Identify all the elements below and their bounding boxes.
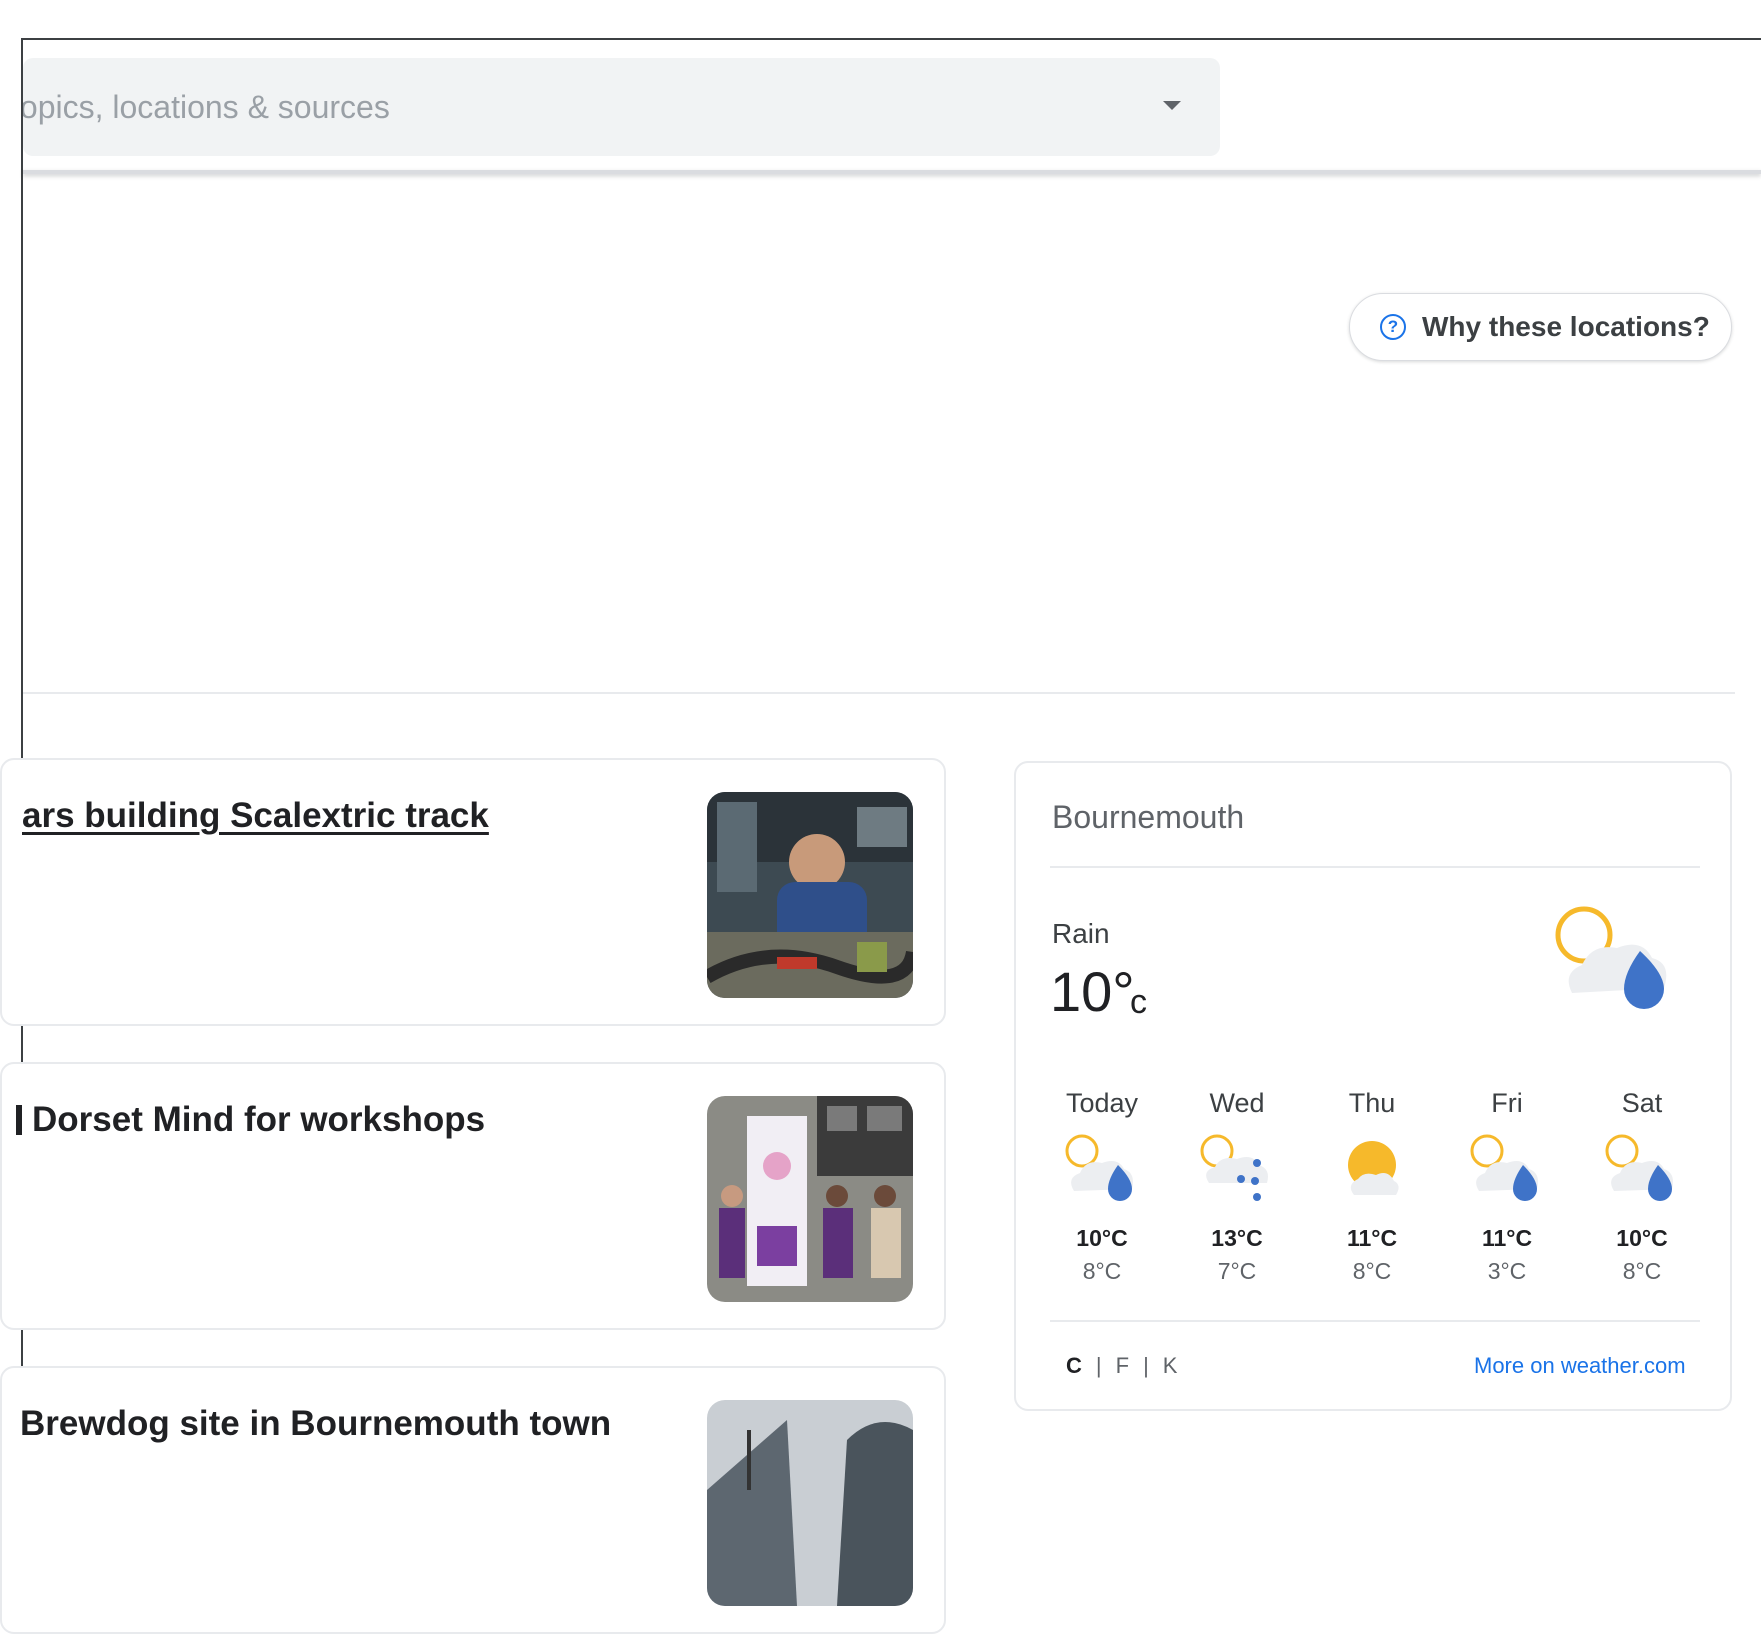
weather-temperature-unit: c bbox=[1130, 983, 1147, 1021]
forecast-low: 8°C bbox=[1622, 1258, 1662, 1284]
forecast-low: 3°C bbox=[1487, 1258, 1527, 1284]
weather-divider bbox=[1050, 866, 1700, 868]
forecast-day: Thu 11°C 8°C bbox=[1312, 1088, 1432, 1285]
weather-temperature: 10° bbox=[1050, 960, 1135, 1023]
window-frame-top bbox=[21, 38, 1761, 40]
article-title[interactable]: ars building Scalextric track bbox=[22, 796, 489, 836]
why-these-locations-button[interactable]: ? Why these locations? bbox=[1349, 293, 1732, 361]
weather-condition: Rain bbox=[1052, 918, 1110, 949]
sun-cloud-showers-icon bbox=[1200, 1134, 1268, 1201]
truncated-text-mark bbox=[16, 1105, 22, 1135]
forecast-day-name: Wed bbox=[1209, 1088, 1265, 1118]
search-bar[interactable] bbox=[23, 58, 1220, 156]
weather-divider bbox=[1050, 1320, 1700, 1322]
article-card[interactable]: Dorset Mind for workshops bbox=[0, 1062, 946, 1330]
article-title[interactable]: Brewdog site in Bournemouth town bbox=[20, 1404, 611, 1444]
unit-separator: | bbox=[1143, 1353, 1149, 1378]
forecast-low: 8°C bbox=[1082, 1258, 1122, 1284]
forecast-day: Fri 11°C 3°C bbox=[1447, 1088, 1567, 1285]
unit-separator: | bbox=[1095, 1353, 1102, 1378]
unit-kelvin[interactable]: K bbox=[1163, 1353, 1178, 1379]
header-divider bbox=[23, 170, 1761, 174]
why-these-locations-label: Why these locations? bbox=[1422, 311, 1710, 342]
forecast-day: Wed 13°C 7°C bbox=[1177, 1088, 1297, 1285]
weather-city: Bournemouth bbox=[1052, 799, 1245, 835]
sun-cloud-rain-icon bbox=[1605, 1134, 1673, 1201]
sun-cloud-rain-icon bbox=[1065, 1134, 1133, 1201]
forecast-day-name: Sat bbox=[1621, 1088, 1663, 1118]
forecast-high: 10°C bbox=[1076, 1225, 1128, 1251]
sun-cloud-rain-icon bbox=[1470, 1134, 1538, 1201]
unit-celsius[interactable]: C bbox=[1066, 1353, 1082, 1379]
forecast-high: 11°C bbox=[1481, 1225, 1533, 1251]
sun-cloud-rain-icon bbox=[1555, 906, 1667, 1009]
help-circle-icon: ? bbox=[1380, 314, 1406, 340]
forecast-high: 10°C bbox=[1616, 1225, 1668, 1251]
article-thumbnail-image[interactable] bbox=[707, 1096, 913, 1302]
forecast-high: 11°C bbox=[1346, 1225, 1398, 1251]
article-card[interactable]: ars building Scalextric track bbox=[0, 758, 946, 1026]
forecast-day: Sat 10°C 8°C bbox=[1582, 1088, 1702, 1285]
search-input[interactable] bbox=[23, 58, 1133, 156]
article-title-text: Dorset Mind for workshops bbox=[32, 1100, 486, 1139]
section-divider bbox=[23, 692, 1735, 694]
forecast-low: 8°C bbox=[1352, 1258, 1392, 1284]
article-card[interactable]: Brewdog site in Bournemouth town bbox=[0, 1366, 946, 1634]
forecast-low: 7°C bbox=[1217, 1258, 1257, 1284]
article-title[interactable]: Dorset Mind for workshops bbox=[16, 1100, 485, 1140]
article-thumbnail-image[interactable] bbox=[707, 792, 913, 998]
forecast-day-name: Fri bbox=[1491, 1088, 1523, 1118]
forecast-high: 13°C bbox=[1211, 1225, 1263, 1251]
unit-fahrenheit[interactable]: F bbox=[1116, 1353, 1129, 1379]
weather-card: Bournemouth Rain 10° c Today 10°C 8°C We… bbox=[1014, 761, 1732, 1411]
more-on-weather-link[interactable]: More on weather.com bbox=[1474, 1353, 1686, 1379]
forecast-day-name: Thu bbox=[1348, 1088, 1396, 1118]
forecast-day-name: Today bbox=[1065, 1088, 1139, 1118]
dropdown-caret-icon[interactable] bbox=[1163, 101, 1181, 110]
article-thumbnail-image[interactable] bbox=[707, 1400, 913, 1606]
sun-cloud-icon bbox=[1348, 1141, 1399, 1195]
forecast-day: Today 10°C 8°C bbox=[1042, 1088, 1162, 1285]
unit-switcher: C | F | K bbox=[1066, 1353, 1177, 1379]
